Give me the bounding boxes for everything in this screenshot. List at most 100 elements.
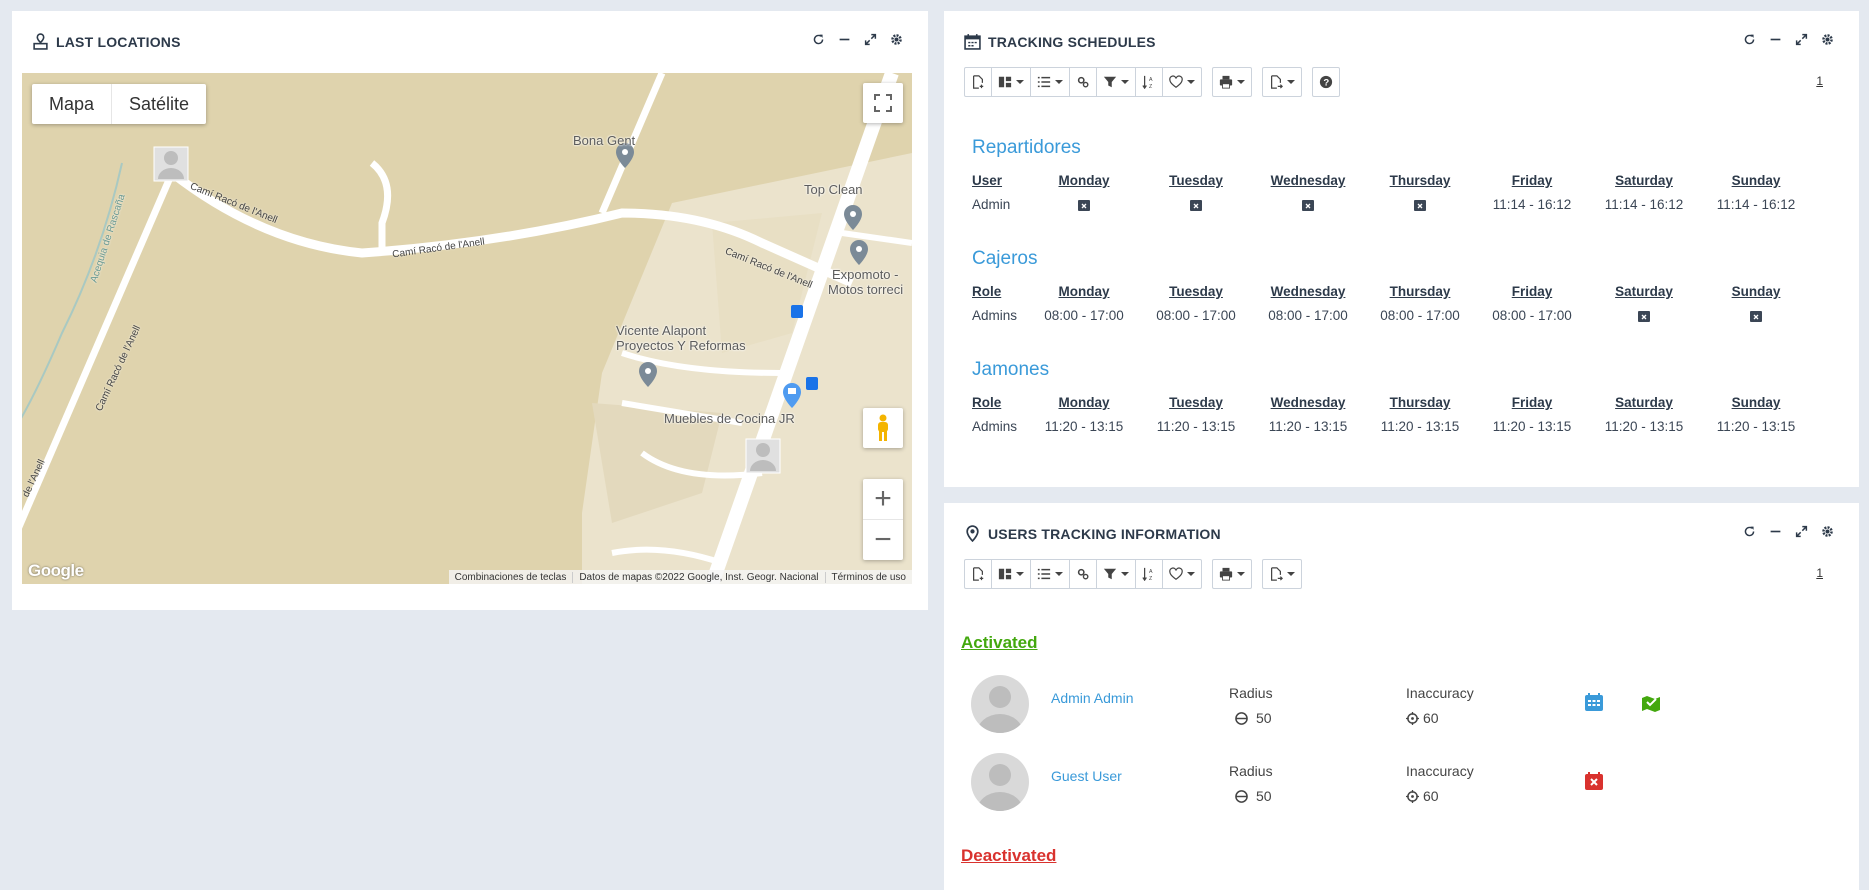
list-button[interactable] bbox=[1030, 560, 1069, 588]
minimize-icon[interactable] bbox=[1767, 31, 1783, 47]
street-view-pegman[interactable] bbox=[863, 408, 903, 448]
schedule-group-title: Cajeros bbox=[972, 248, 1038, 269]
print-button[interactable] bbox=[1213, 560, 1251, 588]
schedule-value-row: Admins 11:20 - 13:15 11:20 - 13:15 11:20… bbox=[972, 419, 1812, 434]
calendar-off-icon bbox=[1078, 200, 1090, 212]
schedule-cell-off bbox=[1364, 197, 1476, 212]
map-view[interactable]: Bona Gent Top Clean Expomoto - Motos tor… bbox=[22, 73, 912, 584]
minimize-icon[interactable] bbox=[836, 31, 852, 47]
label-vicente: Vicente Alapont bbox=[616, 323, 707, 338]
terms-link[interactable]: Términos de uso bbox=[824, 571, 912, 583]
schedule-header: Sunday bbox=[1731, 284, 1781, 299]
label-vicente-2: Proyectos Y Reformas bbox=[616, 338, 746, 353]
inaccuracy-label: Inaccuracy bbox=[1406, 763, 1474, 779]
schedule-header: Role bbox=[972, 395, 1002, 410]
radius-label: Radius bbox=[1229, 763, 1273, 779]
minimize-icon[interactable] bbox=[1767, 523, 1783, 539]
refresh-icon[interactable] bbox=[810, 31, 826, 47]
fullscreen-button[interactable] bbox=[863, 83, 903, 123]
schedule-cell: 11:20 - 13:15 bbox=[1044, 419, 1124, 434]
keyboard-shortcuts-link[interactable]: Combinaciones de teclas bbox=[449, 572, 573, 583]
schedule-role: Admins bbox=[972, 419, 1018, 434]
map-type-control: Mapa Satélite bbox=[32, 84, 207, 124]
heart-icon bbox=[1169, 567, 1183, 580]
schedule-header: Saturday bbox=[1615, 395, 1673, 410]
new-record-button[interactable] bbox=[965, 68, 991, 96]
sort-alpha-icon: AZ bbox=[1142, 75, 1153, 89]
favorites-button[interactable] bbox=[1162, 68, 1201, 96]
cogs-icon bbox=[1077, 76, 1089, 88]
settings-button[interactable] bbox=[1069, 560, 1096, 588]
export-button[interactable] bbox=[1263, 68, 1301, 96]
label-expomoto-2: Motos torreci bbox=[828, 282, 904, 297]
export-button[interactable] bbox=[1263, 560, 1301, 588]
last-locations-header: LAST LOCATIONS bbox=[32, 33, 181, 50]
schedule-header: User bbox=[972, 173, 1003, 188]
map-type-map-button[interactable]: Mapa bbox=[32, 84, 111, 124]
zoom-out-button[interactable]: − bbox=[863, 519, 903, 559]
last-locations-panel: LAST LOCATIONS Bona Gent Top Clean Expom… bbox=[12, 11, 928, 610]
expand-icon[interactable] bbox=[862, 31, 878, 47]
inaccuracy-number: 60 bbox=[1423, 788, 1439, 804]
label-muebles: Muebles de Cocina JR bbox=[664, 411, 795, 426]
pagination-page[interactable]: 1 bbox=[1816, 74, 1823, 88]
schedule-cell: 11:20 - 13:15 bbox=[1268, 419, 1348, 434]
help-button[interactable]: ? bbox=[1313, 68, 1339, 96]
list-button[interactable] bbox=[1030, 68, 1069, 96]
filter-button[interactable] bbox=[1096, 560, 1135, 588]
schedule-cell: 11:14 - 16:12 bbox=[1716, 197, 1796, 212]
user-marker-2 bbox=[745, 438, 781, 474]
sort-button[interactable]: AZ bbox=[1135, 560, 1162, 588]
tracking-schedules-header: TRACKING SCHEDULES bbox=[964, 33, 1156, 50]
expand-icon[interactable] bbox=[1793, 31, 1809, 47]
schedule-header: Thursday bbox=[1389, 284, 1451, 299]
layout-button[interactable] bbox=[991, 68, 1030, 96]
calendar-off-icon bbox=[1190, 200, 1202, 212]
settings-button[interactable] bbox=[1069, 68, 1096, 96]
schedule-cell: 11:20 - 13:15 bbox=[1380, 419, 1460, 434]
zoom-in-button[interactable]: + bbox=[863, 479, 903, 519]
schedule-cell-off bbox=[1588, 308, 1700, 323]
pagination-page[interactable]: 1 bbox=[1816, 566, 1823, 580]
schedule-role: Admins bbox=[972, 308, 1018, 323]
panel-title: USERS TRACKING INFORMATION bbox=[988, 525, 1221, 542]
map-background[interactable] bbox=[22, 73, 912, 584]
schedule-header: Sunday bbox=[1731, 395, 1781, 410]
layout-button[interactable] bbox=[991, 560, 1030, 588]
user-name-link[interactable]: Guest User bbox=[1051, 768, 1122, 784]
schedule-header: Monday bbox=[1058, 395, 1110, 410]
refresh-icon[interactable] bbox=[1741, 523, 1757, 539]
layout-icon bbox=[998, 76, 1012, 88]
schedule-group-title: Jamones bbox=[972, 359, 1050, 380]
schedule-header: Monday bbox=[1058, 284, 1110, 299]
svg-text:?: ? bbox=[1323, 78, 1329, 89]
map-location-check-icon[interactable] bbox=[1641, 692, 1661, 712]
expand-icon[interactable] bbox=[1793, 523, 1809, 539]
label-top-clean: Top Clean bbox=[804, 182, 863, 197]
calendar-schedule-icon[interactable] bbox=[1584, 692, 1604, 712]
filter-button[interactable] bbox=[1096, 68, 1135, 96]
gear-icon[interactable] bbox=[888, 31, 904, 47]
gear-icon[interactable] bbox=[1819, 523, 1835, 539]
sort-button[interactable]: AZ bbox=[1135, 68, 1162, 96]
radius-icon bbox=[1235, 789, 1248, 803]
user-name-link[interactable]: Admin Admin bbox=[1051, 690, 1133, 706]
avatar bbox=[971, 753, 1029, 811]
schedule-cell: 08:00 - 17:00 bbox=[1044, 308, 1124, 323]
gear-icon[interactable] bbox=[1819, 31, 1835, 47]
schedule-header: Wednesday bbox=[1270, 284, 1346, 299]
schedule-header: Friday bbox=[1511, 173, 1553, 188]
svg-text:A: A bbox=[1149, 77, 1153, 83]
radius-icon bbox=[1235, 711, 1248, 725]
schedule-cell: 11:20 - 13:15 bbox=[1492, 419, 1572, 434]
refresh-icon[interactable] bbox=[1741, 31, 1757, 47]
svg-text:A: A bbox=[1149, 569, 1153, 575]
calendar-off-icon bbox=[1638, 311, 1650, 323]
new-record-button[interactable] bbox=[965, 560, 991, 588]
map-type-satellite-button[interactable]: Satélite bbox=[111, 84, 206, 124]
users-tracking-header: USERS TRACKING INFORMATION bbox=[964, 525, 1221, 542]
user-marker-1 bbox=[153, 146, 189, 182]
favorites-button[interactable] bbox=[1162, 560, 1201, 588]
print-button[interactable] bbox=[1213, 68, 1251, 96]
calendar-disabled-icon[interactable] bbox=[1584, 771, 1604, 791]
